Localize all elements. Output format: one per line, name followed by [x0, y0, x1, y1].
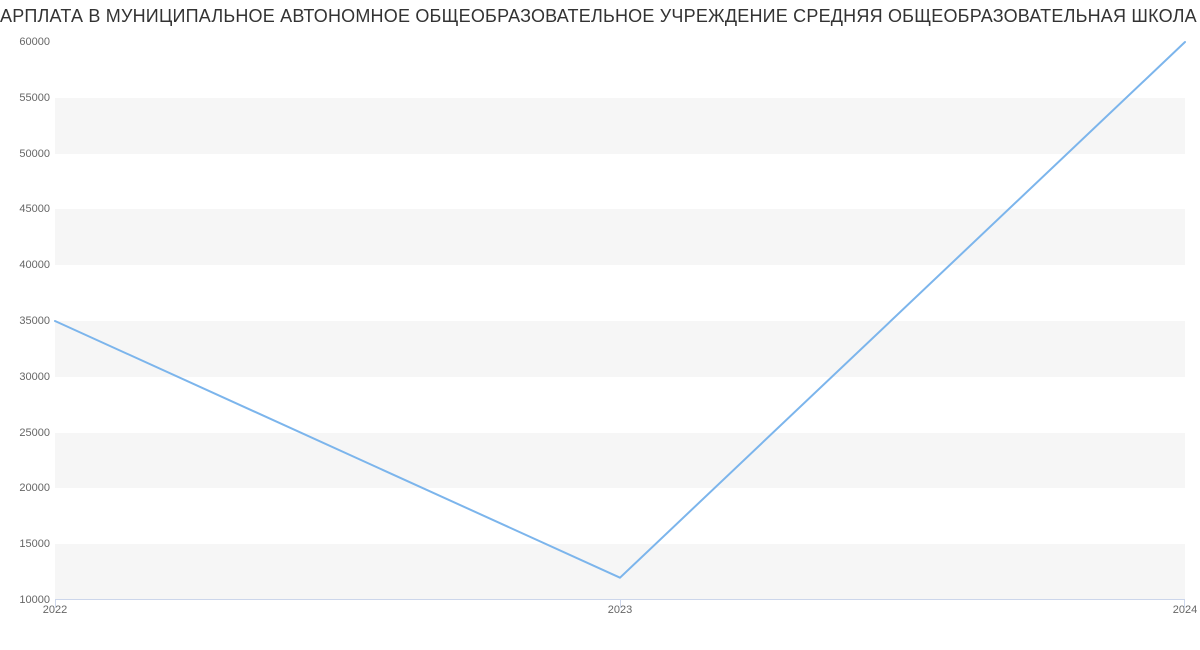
- chart-container: АРПЛАТА В МУНИЦИПАЛЬНОЕ АВТОНОМНОЕ ОБЩЕО…: [0, 0, 1200, 650]
- y-tick-label: 50000: [19, 148, 50, 160]
- y-tick-label: 25000: [19, 427, 50, 439]
- y-tick-label: 30000: [19, 371, 50, 383]
- x-tick-mark: [1184, 600, 1185, 608]
- y-tick-label: 40000: [19, 259, 50, 271]
- y-tick-label: 20000: [19, 482, 50, 494]
- plot-area: [55, 42, 1185, 600]
- line-series: [55, 42, 1185, 600]
- y-tick-label: 55000: [19, 92, 50, 104]
- y-tick-label: 35000: [19, 315, 50, 327]
- y-tick-label: 45000: [19, 203, 50, 215]
- y-tick-label: 15000: [19, 538, 50, 550]
- x-tick-label: 2024: [1173, 604, 1197, 616]
- series-line: [55, 42, 1185, 578]
- x-tick-mark: [55, 600, 56, 608]
- y-tick-label: 60000: [19, 36, 50, 48]
- x-tick-mark: [620, 600, 621, 608]
- chart-title: АРПЛАТА В МУНИЦИПАЛЬНОЕ АВТОНОМНОЕ ОБЩЕО…: [0, 6, 1200, 27]
